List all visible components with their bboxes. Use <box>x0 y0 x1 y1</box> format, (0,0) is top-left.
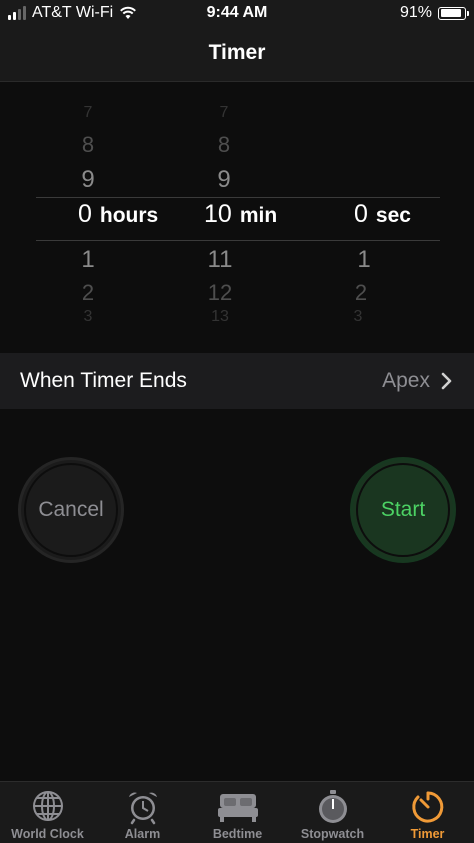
hours-below-item: 1 <box>81 246 95 273</box>
status-bar: AT&T Wi-Fi 9:44 AM 91% <box>0 0 474 26</box>
hours-wheel[interactable]: 7 8 9 0 hours 1 2 3 <box>58 82 178 332</box>
tab-timer[interactable]: Timer <box>380 782 474 843</box>
navigation-bar: Timer <box>0 26 474 82</box>
page-title: Timer <box>208 41 266 64</box>
minutes-below-item: 12 <box>207 280 233 305</box>
seconds-below-item: 3 <box>353 308 363 325</box>
minutes-above-item: 9 <box>217 166 231 193</box>
minutes-selected: 10 min <box>204 200 277 229</box>
timer-icon <box>411 791 443 823</box>
seconds-below-item: 2 <box>354 280 368 305</box>
minutes-above-item: 7 <box>219 104 229 121</box>
seconds-selected-value: 0 <box>354 200 368 228</box>
minutes-above-item: 8 <box>217 132 231 157</box>
hours-above-item: 7 <box>83 104 93 121</box>
hours-selected-value: 0 <box>78 200 92 228</box>
minutes-selected-value: 10 <box>204 200 232 228</box>
start-button[interactable]: Start <box>350 457 456 563</box>
alarm-clock-icon <box>128 792 157 825</box>
seconds-selected: 0 sec <box>354 200 411 229</box>
when-timer-ends-label: When Timer Ends <box>20 369 187 392</box>
minutes-unit-label: min <box>239 204 278 227</box>
minutes-wheel[interactable]: 7 8 9 10 min 11 12 13 <box>192 82 312 332</box>
hours-selected: 0 hours <box>78 200 158 229</box>
when-timer-ends-value: Apex <box>382 369 430 392</box>
tab-world-clock[interactable]: World Clock <box>0 782 95 843</box>
cancel-button-label: Cancel <box>24 463 118 557</box>
stopwatch-icon <box>318 790 347 823</box>
tab-label: Alarm <box>124 827 161 841</box>
globe-icon <box>32 791 63 821</box>
minutes-below-item: 11 <box>207 246 233 273</box>
tab-label: Bedtime <box>212 827 263 841</box>
hours-unit-label: hours <box>99 204 159 227</box>
hours-above-item: 8 <box>81 132 95 157</box>
seconds-unit-label: sec <box>375 204 411 227</box>
tab-label: Stopwatch <box>300 827 365 841</box>
tab-bedtime[interactable]: Bedtime <box>190 782 285 843</box>
when-timer-ends-row[interactable]: When Timer Ends Apex <box>0 353 474 409</box>
tab-label: World Clock <box>11 827 84 841</box>
battery-percent: 91% <box>399 4 432 21</box>
timer-picker[interactable]: 7 8 9 0 hours 1 2 3 7 8 9 10 min 11 12 1… <box>0 82 474 332</box>
minutes-below-item: 13 <box>211 308 229 325</box>
tab-label: Timer <box>410 827 445 841</box>
hours-above-item: 9 <box>81 166 95 193</box>
start-button-label: Start <box>356 463 450 557</box>
bed-icon <box>217 794 258 822</box>
tab-bar: World Clock Alarm Bedtime Stopwatch Time… <box>0 781 474 843</box>
status-right: 91% <box>399 4 469 22</box>
hours-below-item: 3 <box>83 308 93 325</box>
hours-below-item: 2 <box>81 280 95 305</box>
seconds-wheel[interactable]: 0 sec 1 2 3 <box>334 82 444 332</box>
cancel-button[interactable]: Cancel <box>18 457 124 563</box>
battery-icon <box>438 6 469 20</box>
seconds-below-item: 1 <box>357 246 371 273</box>
tab-alarm[interactable]: Alarm <box>95 782 190 843</box>
chevron-right-icon <box>441 372 452 390</box>
tab-stopwatch[interactable]: Stopwatch <box>285 782 380 843</box>
